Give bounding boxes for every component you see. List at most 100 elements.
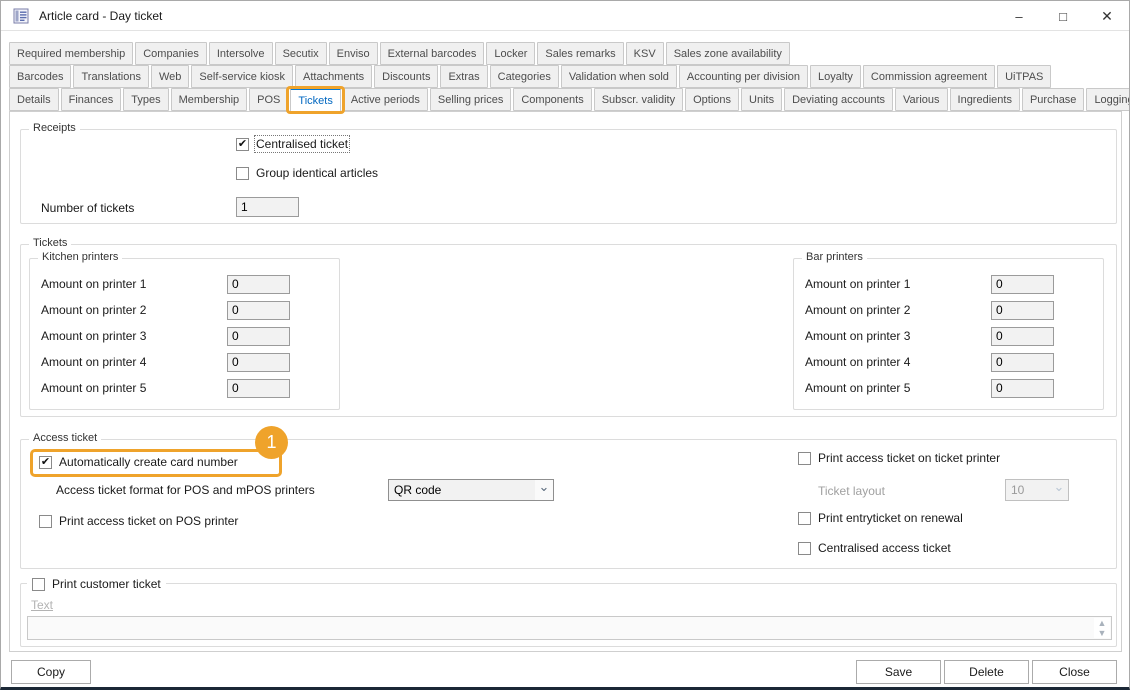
printer-row: Amount on printer 5 bbox=[794, 375, 1103, 401]
bar-printers-group: Bar printers Amount on printer 1 Amount … bbox=[793, 258, 1104, 410]
print-access-ticket-pos-checkbox[interactable]: Print access ticket on POS printer bbox=[39, 514, 238, 528]
customer-ticket-text-field[interactable]: ▲ ▼ bbox=[27, 616, 1112, 640]
tab-uitpas[interactable]: UiTPAS bbox=[997, 65, 1051, 88]
printer-row: Amount on printer 4 bbox=[794, 349, 1103, 375]
tickets-legend: Tickets bbox=[29, 237, 71, 249]
tab-sales-remarks[interactable]: Sales remarks bbox=[537, 42, 623, 65]
printer-amount-input[interactable] bbox=[991, 301, 1054, 320]
print-customer-ticket-checkbox[interactable]: Print customer ticket bbox=[27, 577, 166, 591]
close-window-button[interactable]: ✕ bbox=[1085, 1, 1129, 31]
copy-button[interactable]: Copy bbox=[11, 660, 91, 684]
save-button[interactable]: Save bbox=[856, 660, 941, 684]
tab-row-1: Required membershipCompaniesIntersolveSe… bbox=[9, 42, 1125, 65]
tab-locker[interactable]: Locker bbox=[486, 42, 535, 65]
tab-enviso[interactable]: Enviso bbox=[329, 42, 378, 65]
tab-translations[interactable]: Translations bbox=[73, 65, 149, 88]
tab-subscr-validity[interactable]: Subscr. validity bbox=[594, 88, 683, 111]
tab-external-barcodes[interactable]: External barcodes bbox=[380, 42, 485, 65]
scroll-down-icon[interactable]: ▼ bbox=[1098, 629, 1107, 637]
tab-components[interactable]: Components bbox=[513, 88, 591, 111]
auto-create-card-number-checkbox[interactable]: Automatically create card number bbox=[39, 455, 238, 469]
printer-amount-input[interactable] bbox=[227, 353, 290, 372]
checkbox-box[interactable] bbox=[39, 456, 52, 469]
print-access-ticket-printer-checkbox[interactable]: Print access ticket on ticket printer bbox=[798, 451, 1000, 465]
delete-button[interactable]: Delete bbox=[944, 660, 1029, 684]
centralised-access-ticket-checkbox[interactable]: Centralised access ticket bbox=[798, 541, 951, 555]
printer-amount-input[interactable] bbox=[227, 379, 290, 398]
printer-row-label: Amount on printer 1 bbox=[41, 277, 227, 291]
checkbox-box[interactable] bbox=[32, 578, 45, 591]
printer-row-label: Amount on printer 5 bbox=[41, 381, 227, 395]
printer-row: Amount on printer 5 bbox=[30, 375, 339, 401]
access-ticket-format-select[interactable]: QR code bbox=[388, 479, 554, 501]
tab-deviating-accounts[interactable]: Deviating accounts bbox=[784, 88, 893, 111]
tab-self-service-kiosk[interactable]: Self-service kiosk bbox=[191, 65, 293, 88]
centralised-ticket-checkbox[interactable]: Centralised ticket bbox=[236, 137, 348, 151]
bar-printers-legend: Bar printers bbox=[802, 251, 867, 263]
checkbox-box[interactable] bbox=[798, 452, 811, 465]
tab-purchase[interactable]: Purchase bbox=[1022, 88, 1084, 111]
tab-loyalty[interactable]: Loyalty bbox=[810, 65, 861, 88]
tab-options[interactable]: Options bbox=[685, 88, 739, 111]
printer-amount-input[interactable] bbox=[227, 327, 290, 346]
checkbox-box[interactable] bbox=[798, 512, 811, 525]
printer-amount-input[interactable] bbox=[991, 379, 1054, 398]
tab-row-2: BarcodesTranslationsWebSelf-service kios… bbox=[9, 65, 1125, 88]
number-of-tickets-input[interactable] bbox=[236, 197, 299, 217]
printer-row-label: Amount on printer 1 bbox=[805, 277, 991, 291]
tab-discounts[interactable]: Discounts bbox=[374, 65, 438, 88]
tab-units[interactable]: Units bbox=[741, 88, 782, 111]
close-button[interactable]: Close bbox=[1032, 660, 1117, 684]
tab-intersolve[interactable]: Intersolve bbox=[209, 42, 273, 65]
checkbox-box[interactable] bbox=[236, 167, 249, 180]
tab-tickets[interactable]: Tickets bbox=[290, 88, 340, 112]
tab-types[interactable]: Types bbox=[123, 88, 168, 111]
printer-row-label: Amount on printer 4 bbox=[41, 355, 227, 369]
tab-pos[interactable]: POS bbox=[249, 88, 288, 111]
printer-amount-input[interactable] bbox=[991, 275, 1054, 294]
printer-row-label: Amount on printer 3 bbox=[805, 329, 991, 343]
tab-selling-prices[interactable]: Selling prices bbox=[430, 88, 511, 111]
tab-validation-when-sold[interactable]: Validation when sold bbox=[561, 65, 677, 88]
printer-row: Amount on printer 3 bbox=[794, 323, 1103, 349]
scroll-up-icon[interactable]: ▲ bbox=[1098, 619, 1107, 627]
tab-active-periods[interactable]: Active periods bbox=[343, 88, 428, 111]
printer-amount-input[interactable] bbox=[991, 327, 1054, 346]
tab-details[interactable]: Details bbox=[9, 88, 59, 111]
printer-row: Amount on printer 1 bbox=[794, 271, 1103, 297]
checkbox-box[interactable] bbox=[236, 138, 249, 151]
tab-finances[interactable]: Finances bbox=[61, 88, 122, 111]
tab-accounting-per-division[interactable]: Accounting per division bbox=[679, 65, 808, 88]
tab-ksv[interactable]: KSV bbox=[626, 42, 664, 65]
checkbox-box[interactable] bbox=[39, 515, 52, 528]
tab-web[interactable]: Web bbox=[151, 65, 189, 88]
printer-amount-input[interactable] bbox=[227, 301, 290, 320]
tab-various[interactable]: Various bbox=[895, 88, 947, 111]
printer-amount-input[interactable] bbox=[991, 353, 1054, 372]
checkbox-label: Print access ticket on ticket printer bbox=[818, 451, 1000, 465]
tab-attachments[interactable]: Attachments bbox=[295, 65, 372, 88]
tab-categories[interactable]: Categories bbox=[490, 65, 559, 88]
print-entryticket-renewal-checkbox[interactable]: Print entryticket on renewal bbox=[798, 511, 963, 525]
number-of-tickets-label: Number of tickets bbox=[41, 201, 134, 215]
printer-amount-input[interactable] bbox=[227, 275, 290, 294]
tab-ingredients[interactable]: Ingredients bbox=[950, 88, 1020, 111]
minimize-button[interactable]: – bbox=[997, 1, 1041, 31]
tab-companies[interactable]: Companies bbox=[135, 42, 207, 65]
select-value: QR code bbox=[394, 483, 441, 497]
tab-barcodes[interactable]: Barcodes bbox=[9, 65, 71, 88]
group-identical-articles-checkbox[interactable]: Group identical articles bbox=[236, 166, 378, 180]
checkbox-box[interactable] bbox=[798, 542, 811, 555]
tab-sales-zone-availability[interactable]: Sales zone availability bbox=[666, 42, 790, 65]
maximize-button[interactable]: □ bbox=[1041, 1, 1085, 31]
text-scroll-buttons: ▲ ▼ bbox=[1094, 618, 1110, 638]
tab-required-membership[interactable]: Required membership bbox=[9, 42, 133, 65]
chevron-down-icon[interactable] bbox=[535, 480, 553, 500]
ticket-layout-select[interactable]: 10 bbox=[1005, 479, 1069, 501]
tab-extras[interactable]: Extras bbox=[440, 65, 487, 88]
tab-logging[interactable]: Logging bbox=[1086, 88, 1130, 111]
tab-secutix[interactable]: Secutix bbox=[275, 42, 327, 65]
tab-membership[interactable]: Membership bbox=[171, 88, 248, 111]
kitchen-printer-rows: Amount on printer 1 Amount on printer 2 … bbox=[30, 271, 339, 401]
tab-commission-agreement[interactable]: Commission agreement bbox=[863, 65, 995, 88]
